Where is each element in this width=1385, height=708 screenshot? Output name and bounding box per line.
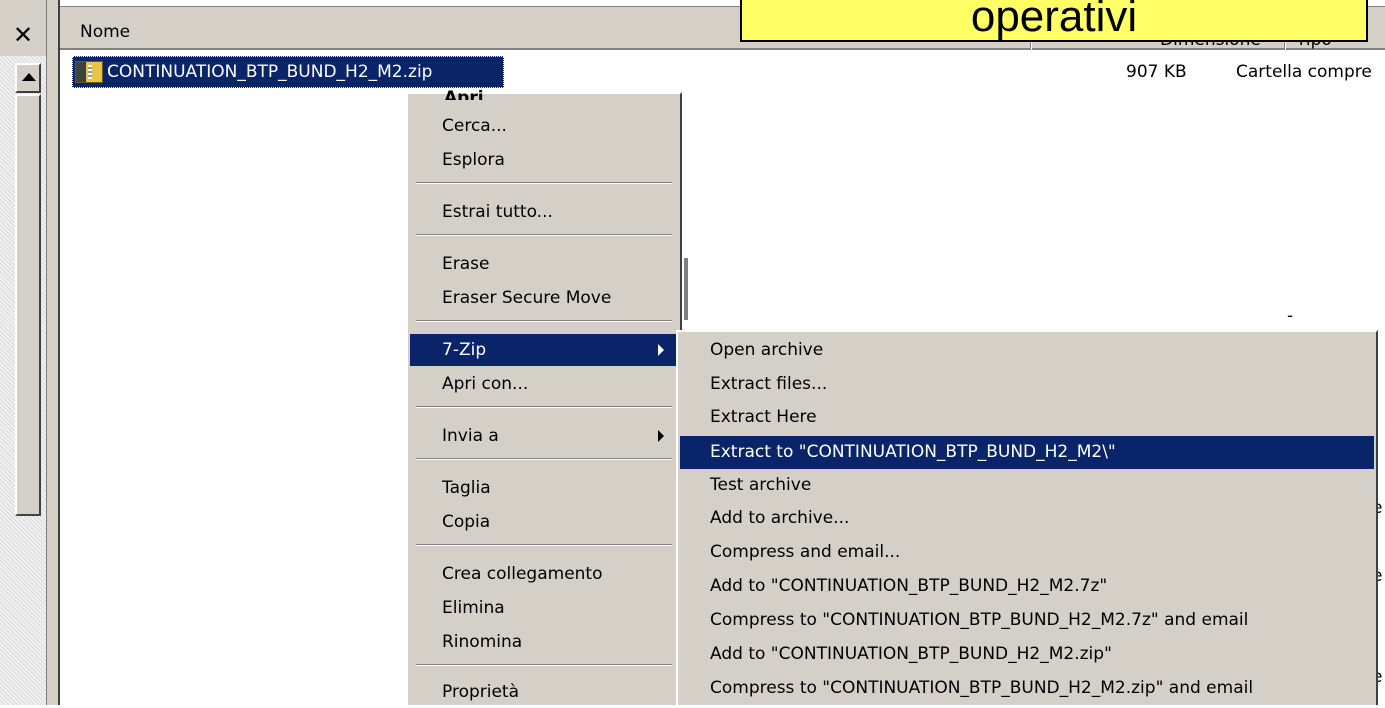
pane-splitter[interactable]: [46, 0, 60, 705]
menu-separator: [416, 664, 672, 666]
menu-item-eraser-secure-move[interactable]: Eraser Secure Move: [410, 282, 678, 314]
menu-item-apri-con[interactable]: Apri con...: [410, 368, 678, 400]
submenu-arrow-icon: [658, 344, 664, 356]
menu-item-label: Invia a: [442, 426, 499, 446]
menu-item-esplora[interactable]: Esplora: [410, 144, 678, 176]
stray-dash: -: [1287, 306, 1294, 326]
menu-item-crea-collegamento[interactable]: Crea collegamento: [410, 558, 678, 590]
submenu-arrow-icon: [658, 430, 664, 442]
file-size: 907 KB: [1126, 62, 1187, 82]
context-menu: Apri Cerca... Esplora Estrai tutto... Er…: [406, 90, 682, 708]
scroll-up-button[interactable]: [15, 63, 41, 93]
submenu-item-compress-email[interactable]: Compress and email...: [680, 536, 1374, 569]
submenu-item-add-to-zip[interactable]: Add to "CONTINUATION_BTP_BUND_H2_M2.zip": [680, 638, 1374, 671]
submenu-item-compress-7z-email[interactable]: Compress to "CONTINUATION_BTP_BUND_H2_M2…: [680, 604, 1374, 637]
menu-item-erase[interactable]: Erase: [410, 248, 678, 280]
close-icon: ✕: [12, 21, 34, 49]
menu-separator: [416, 182, 672, 184]
menu-item-7zip[interactable]: 7-Zip: [410, 334, 678, 366]
submenu-item-extract-files[interactable]: Extract files...: [680, 368, 1374, 401]
menu-shadow: [684, 258, 688, 320]
zip-folder-icon: [75, 61, 103, 83]
menu-item-rinomina[interactable]: Rinomina: [410, 626, 678, 658]
menu-item-estrai-tutto[interactable]: Estrai tutto...: [410, 196, 678, 228]
file-name: CONTINUATION_BTP_BUND_H2_M2.zip: [107, 62, 433, 82]
menu-separator: [416, 406, 672, 408]
submenu-item-add-to-archive[interactable]: Add to archive...: [680, 502, 1374, 535]
menu-item-open-clipped[interactable]: Apri: [444, 90, 484, 100]
submenu-item-test-archive[interactable]: Test archive: [680, 469, 1374, 502]
7zip-submenu: Open archive Extract files... Extract He…: [676, 330, 1378, 705]
menu-item-label: 7-Zip: [442, 340, 487, 360]
menu-item-copia[interactable]: Copia: [410, 506, 678, 538]
submenu-item-open-archive[interactable]: Open archive: [680, 334, 1374, 367]
menu-item-cerca[interactable]: Cerca...: [410, 110, 678, 142]
menu-separator: [416, 458, 672, 460]
menu-separator: [416, 234, 672, 236]
close-pane-button[interactable]: ✕: [0, 0, 46, 56]
column-header-name[interactable]: Nome: [80, 22, 130, 42]
menu-item-proprieta[interactable]: Proprietà: [410, 676, 678, 708]
menu-item-invia-a[interactable]: Invia a: [410, 420, 678, 452]
file-row-selected[interactable]: CONTINUATION_BTP_BUND_H2_M2.zip: [72, 56, 504, 88]
menu-item-taglia[interactable]: Taglia: [410, 472, 678, 504]
overlay-banner: operativi: [740, 0, 1368, 42]
submenu-item-add-to-7z[interactable]: Add to "CONTINUATION_BTP_BUND_H2_M2.7z": [680, 570, 1374, 603]
submenu-item-compress-zip-email[interactable]: Compress to "CONTINUATION_BTP_BUND_H2_M2…: [680, 672, 1374, 705]
menu-separator: [416, 320, 672, 322]
menu-item-elimina[interactable]: Elimina: [410, 592, 678, 624]
menu-separator: [416, 544, 672, 546]
scroll-thumb[interactable]: [15, 94, 41, 516]
submenu-item-extract-to[interactable]: Extract to "CONTINUATION_BTP_BUND_H2_M2\…: [680, 436, 1374, 469]
file-type: Cartella compre: [1236, 62, 1372, 82]
submenu-item-extract-here[interactable]: Extract Here: [680, 401, 1374, 434]
